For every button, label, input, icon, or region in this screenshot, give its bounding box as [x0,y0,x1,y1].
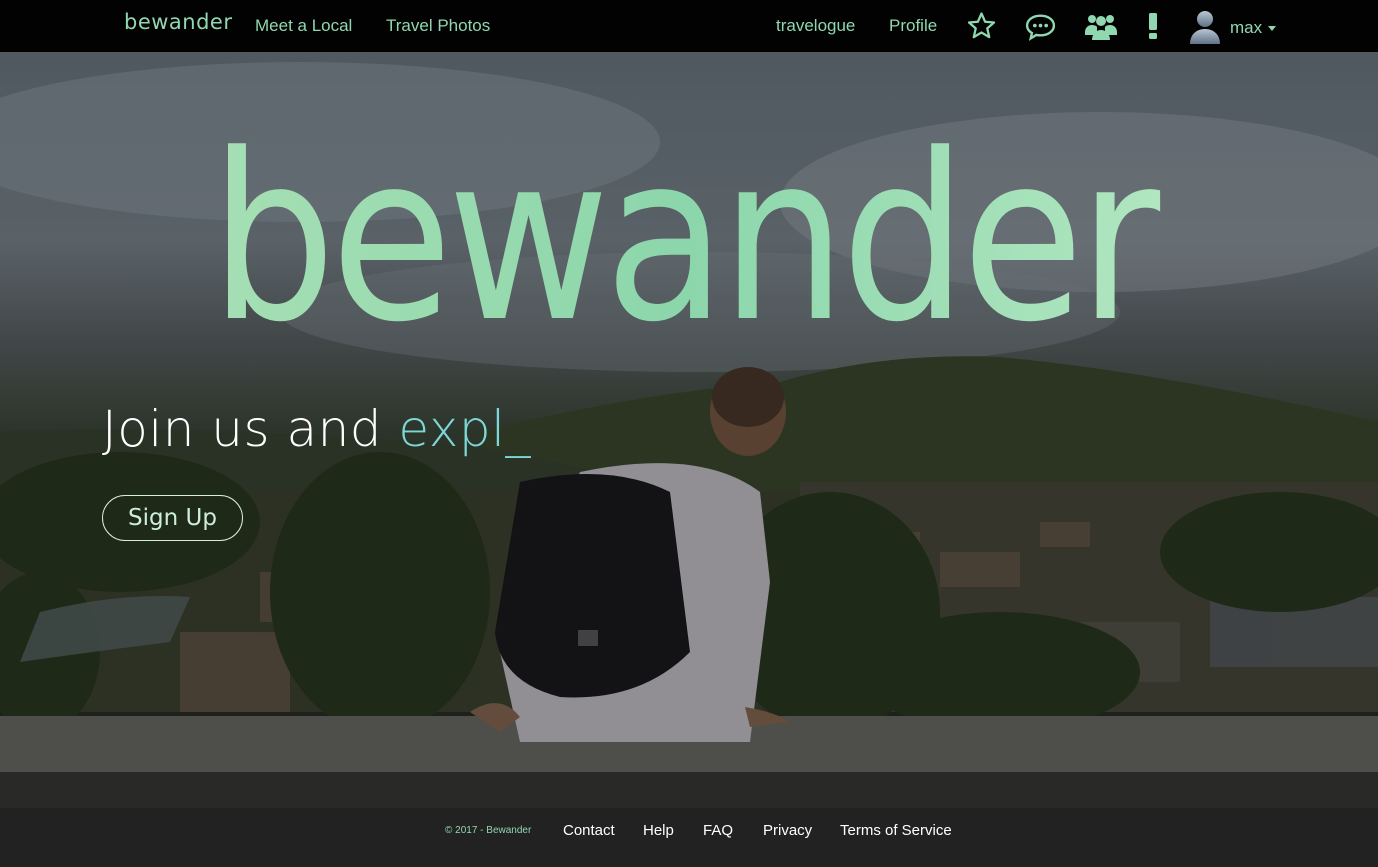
hero-tagline: Join us and expl_ [102,400,531,458]
brand-logo-link[interactable]: bewander [124,10,233,34]
tagline-typed-word: expl_ [398,400,532,458]
top-navbar: bewander Meet a Local Travel Photos trav… [0,0,1378,52]
chevron-down-icon [1268,25,1277,31]
footer-link-terms[interactable]: Terms of Service [840,822,952,839]
footer-link-faq[interactable]: FAQ [703,822,733,839]
footer-link-privacy[interactable]: Privacy [763,822,812,839]
group-icon[interactable] [1084,10,1118,46]
tagline-prefix: Join us and [102,400,399,458]
copyright-text: © 2017 - Bewander [445,825,532,836]
avatar [1188,8,1222,48]
user-menu-dropdown[interactable]: max [1188,8,1277,48]
footer-link-help[interactable]: Help [643,822,674,839]
user-name: max [1230,18,1263,37]
chat-icon[interactable] [1024,12,1057,46]
svg-text:bewander: bewander [210,106,1161,342]
nav-link-travel-photos[interactable]: Travel Photos [386,16,490,36]
footer-link-contact[interactable]: Contact [563,822,615,839]
nav-link-profile[interactable]: Profile [889,16,937,36]
bewander-hero-logo: bewander [210,102,1170,373]
nav-link-meet-a-local[interactable]: Meet a Local [255,16,352,36]
footer: © 2017 - Bewander Contact Help FAQ Priva… [0,808,1378,867]
star-icon[interactable] [966,11,997,45]
hero-section: bewander Join us and expl_ Sign Up [0,52,1378,808]
alert-icon[interactable] [1146,12,1160,44]
nav-link-travelogue[interactable]: travelogue [776,16,855,36]
signup-button[interactable]: Sign Up [102,495,243,541]
